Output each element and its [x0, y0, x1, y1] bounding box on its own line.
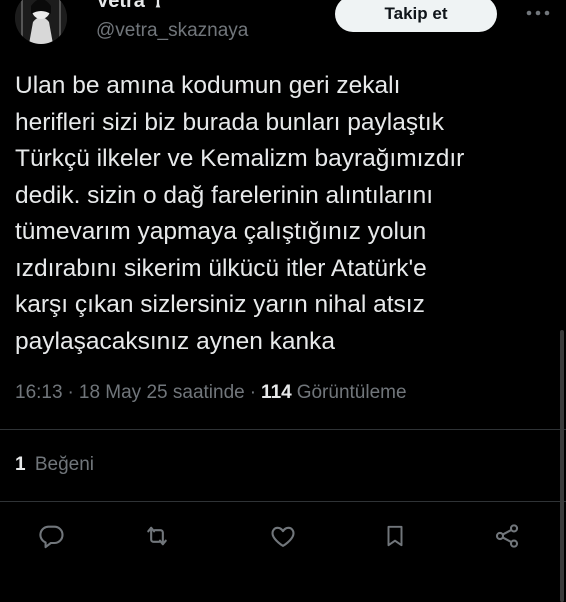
- bookmark-icon[interactable]: [379, 520, 411, 552]
- author-handle[interactable]: @vetra_skaznaya: [96, 20, 248, 42]
- likes-count: 1: [15, 454, 26, 475]
- reply-icon[interactable]: [36, 520, 68, 552]
- avatar[interactable]: [15, 0, 67, 44]
- author-display-name[interactable]: Vetra ☥: [96, 0, 165, 13]
- like-icon[interactable]: [267, 520, 299, 552]
- likes-summary[interactable]: 1 Beğeni: [15, 454, 94, 476]
- scrollbar[interactable]: [560, 330, 564, 602]
- views-count[interactable]: 114: [261, 382, 292, 404]
- avatar-image: [15, 0, 67, 44]
- meta-separator: ·: [249, 382, 257, 403]
- tweet-time[interactable]: 16:13: [15, 382, 63, 404]
- repost-icon[interactable]: [141, 520, 173, 552]
- tweet-date[interactable]: 18 May 25 saatinde: [79, 382, 245, 404]
- share-icon[interactable]: [491, 520, 523, 552]
- meta-separator: ·: [67, 382, 74, 403]
- more-options-icon[interactable]: [525, 2, 551, 29]
- divider: [0, 429, 566, 430]
- follow-button[interactable]: Takip et: [335, 0, 497, 32]
- tweet-meta: 16:13 · 18 May 25 saatinde · 114 Görüntü…: [15, 382, 407, 404]
- likes-label: Beğeni: [34, 454, 95, 475]
- tweet-text: Ulan be amına kodumun geri zekalı herifl…: [15, 72, 465, 355]
- divider: [0, 501, 566, 502]
- views-label: Görüntüleme: [296, 382, 407, 403]
